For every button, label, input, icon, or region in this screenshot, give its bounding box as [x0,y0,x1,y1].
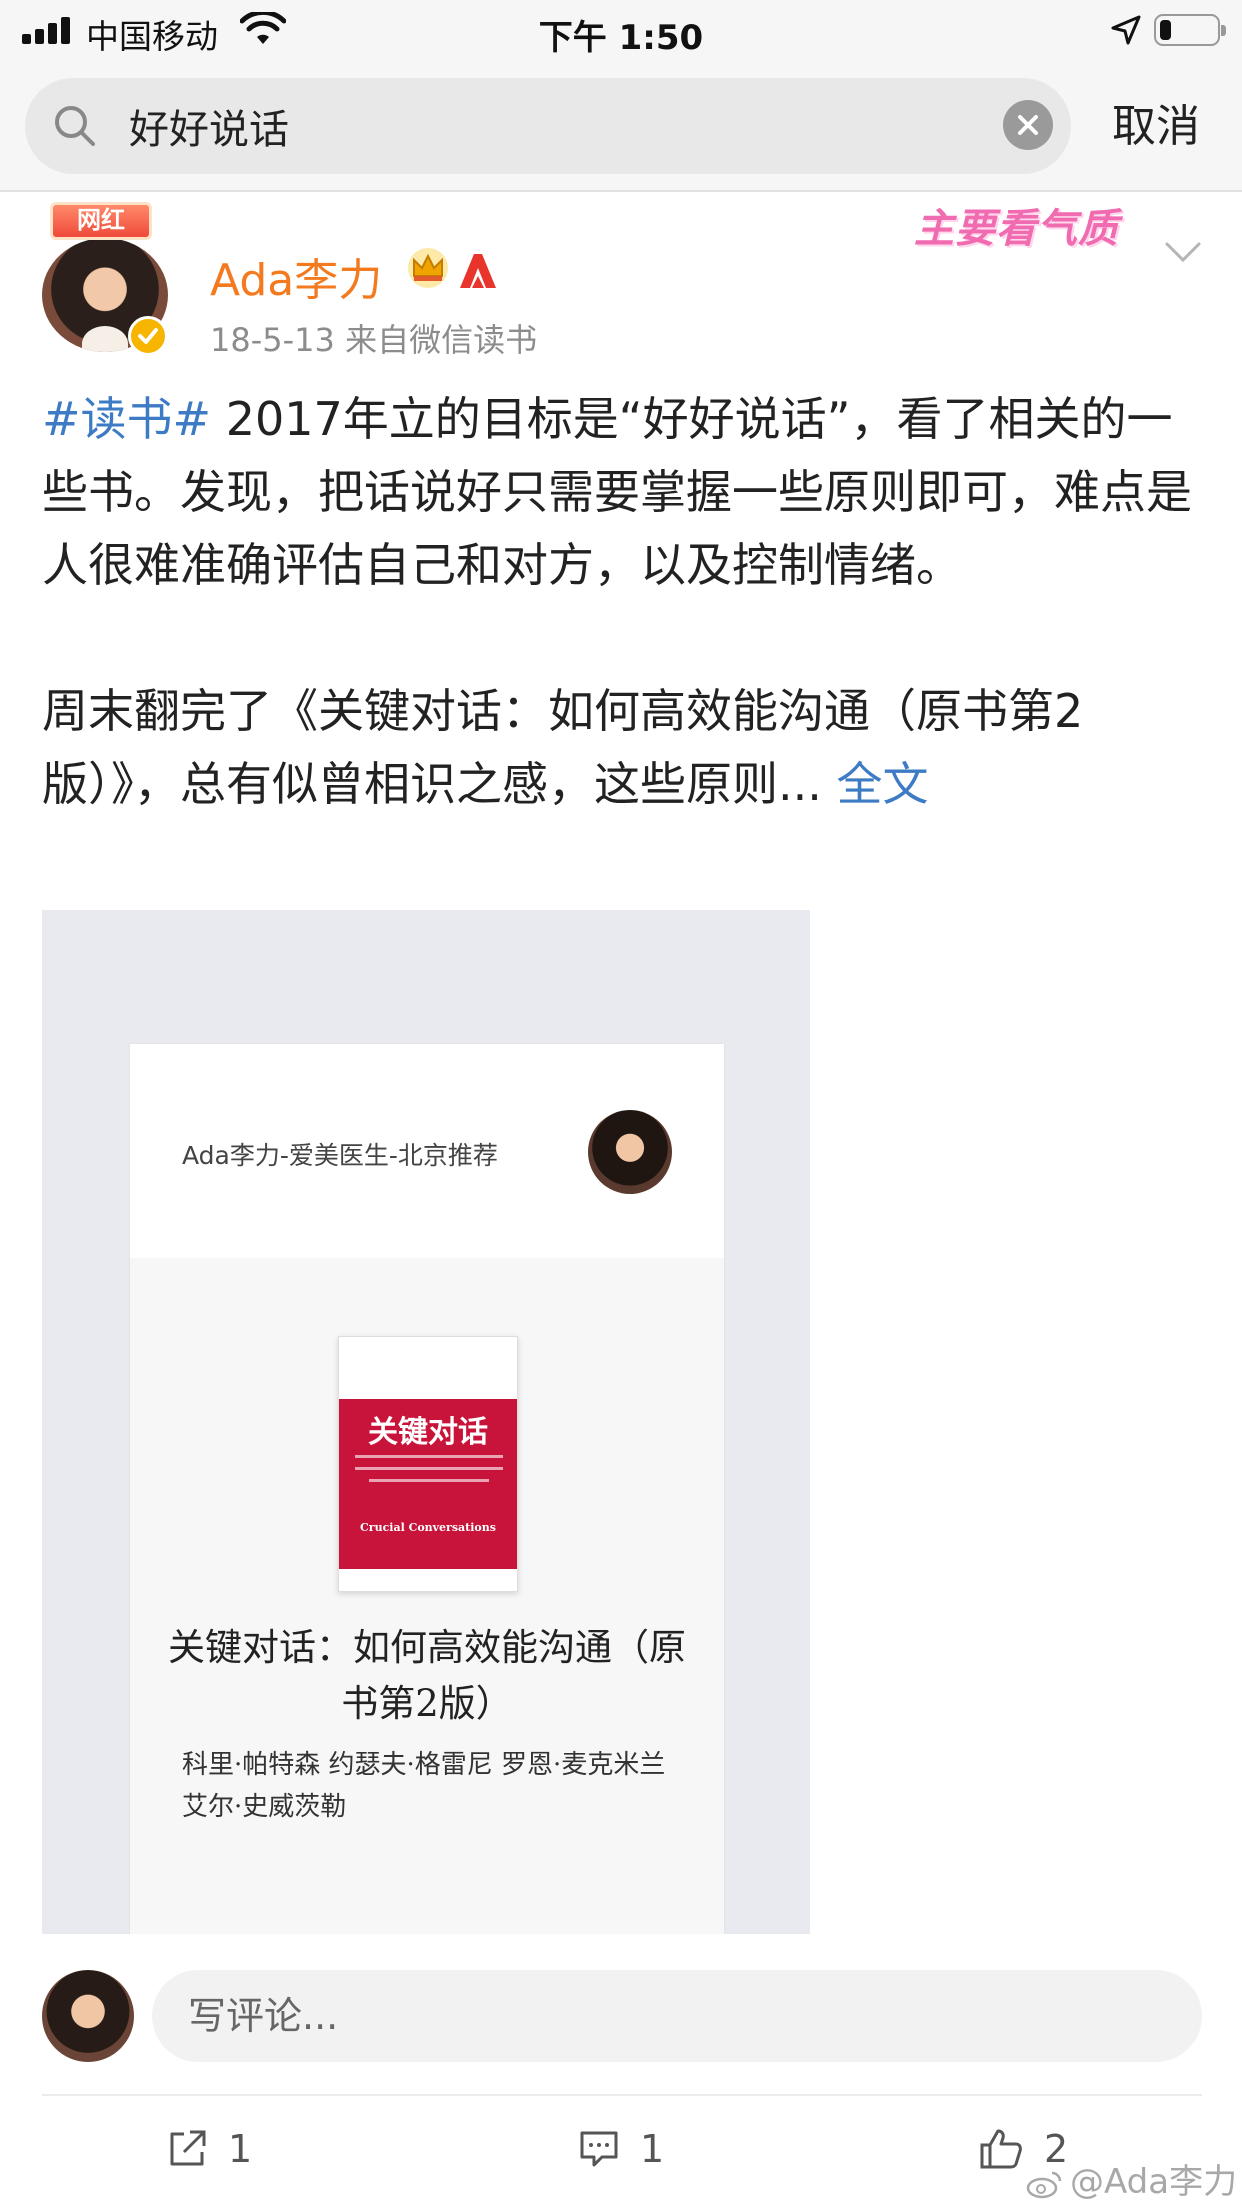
author-name[interactable]: Ada李力 [210,244,382,308]
comment-button[interactable]: 1 [578,2124,664,2174]
watermark: @Ada李力 [1026,2154,1237,2203]
clear-icon[interactable] [1003,100,1053,150]
watermark-text: @Ada李力 [1070,2162,1238,2202]
shared-image[interactable]: Ada李力-爱美医生-北京推荐 关键对话 Crucial Conversatio… [42,910,810,1934]
battery-cap [1221,25,1226,36]
post-paragraph-2: 周末翻完了《关键对话：如何高效能沟通（原书第2版）》，总有似曾相识之感，这些原则… [42,675,1202,821]
divider [42,2094,1202,2096]
crown-icon[interactable] [406,246,450,290]
book-cover-title: 关键对话 [368,1415,488,1450]
clock: 下午 1:50 [538,18,704,58]
paragraph-1-text: 2017年立的目标是“好好说话”，看了相关的一些书。发现，把话说好只需要掌握一些… [42,392,1192,592]
vip-level-icon[interactable] [456,250,500,290]
status-bar: 中国移动 下午 1:50 [0,0,1242,62]
verified-icon [128,316,168,356]
search-icon [55,106,95,146]
book-cover-subtitle: Crucial Conversations [360,1521,496,1534]
wanghong-badge: 网红 [50,202,152,240]
battery-icon [1154,14,1226,46]
book-authors: 科里·帕特森 约瑟夫·格雷尼 罗恩·麦克米兰 艾尔·史威茨勒 [182,1750,666,1822]
search-input[interactable] [129,96,979,156]
close-icon [1018,115,1038,135]
card-header: Ada李力-爱美医生-北京推荐 [130,1044,724,1258]
mood-sticker: 主要看气质 [914,206,1119,252]
post-meta: 18-5-13 来自微信读书 [210,321,538,359]
full-text-link[interactable]: 全文 [837,757,929,811]
chevron-down-icon[interactable] [1164,240,1202,264]
post-paragraph-1: #读书# 2017年立的目标是“好好说话”，看了相关的一些书。发现，把话说好只需… [42,383,1202,602]
weibo-logo-icon [1026,2171,1062,2198]
location-arrow-icon [1111,15,1141,45]
post-text: #读书# 2017年立的目标是“好好说话”，看了相关的一些书。发现，把话说好只需… [42,383,1202,821]
card-header-text: Ada李力-爱美医生-北京推荐 [182,1141,498,1170]
share-icon [170,2130,206,2166]
search-box[interactable] [25,78,1071,174]
share-button[interactable]: 1 [166,2124,252,2174]
book-cover: 关键对话 Crucial Conversations [338,1336,518,1592]
battery-level [1160,20,1171,40]
current-user-avatar [42,1970,134,2062]
cancel-button[interactable]: 取消 [1112,90,1200,154]
comment-count: 1 [640,2127,665,2171]
card-avatar [588,1110,672,1194]
search-header: 取消 [0,62,1242,192]
hashtag-link[interactable]: #读书# [42,392,211,446]
thumbs-up-icon [980,2129,1022,2169]
comment-icon [580,2131,618,2167]
book-title: 关键对话：如何高效能沟通（原书第2版） [168,1626,686,1725]
share-count: 1 [228,2127,253,2171]
comment-input[interactable] [152,1970,1202,2062]
book-share-card: Ada李力-爱美医生-北京推荐 关键对话 Crucial Conversatio… [130,1044,724,1934]
